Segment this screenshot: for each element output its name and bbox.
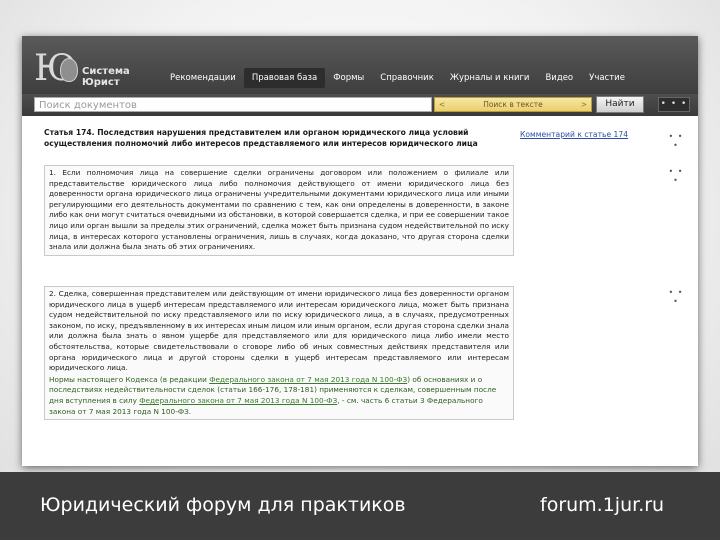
nav-item-reference[interactable]: Справочник (372, 68, 442, 88)
text-search-label[interactable]: Поиск в тексте (449, 100, 577, 109)
search-more-button[interactable]: • • • (658, 97, 690, 112)
logo-face-icon (60, 58, 78, 82)
app-header: Ю Система Юрист Рекомендации Правовая ба… (22, 36, 698, 94)
paragraph-2-text: 2. Сделка, совершенная представителем ил… (49, 289, 509, 373)
paragraph-1: 1. Если полномочия лица на совершение сд… (44, 165, 514, 256)
app-window: Ю Система Юрист Рекомендации Правовая ба… (22, 36, 698, 466)
paragraph-2: 2. Сделка, совершенная представителем ил… (44, 286, 514, 421)
logo-line-1: Система (82, 66, 130, 77)
article-comment-link[interactable]: Комментарий к статье 174 (520, 130, 628, 139)
nav-item-recommendations[interactable]: Рекомендации (162, 68, 244, 88)
nav-item-participation[interactable]: Участие (581, 68, 633, 88)
slide-footer: Юридический форум для практиков forum.1j… (0, 472, 720, 540)
nav-item-video[interactable]: Видео (537, 68, 581, 88)
search-next-arrow-icon[interactable]: > (577, 100, 591, 109)
paragraph-1-more-icon[interactable]: • • • (666, 167, 686, 185)
document-content: Статья 174. Последствия нарушения предст… (22, 116, 698, 466)
footer-forum-url[interactable]: forum.1jur.ru (540, 494, 664, 516)
revision-note-start: Нормы настоящего Кодекса (в редакции (49, 374, 210, 384)
nav-item-legal-base[interactable]: Правовая база (243, 68, 326, 88)
find-button[interactable]: Найти (596, 96, 644, 113)
logo[interactable]: Ю Система Юрист (34, 50, 149, 90)
search-bar: Поиск документов < Поиск в тексте > Найт… (22, 94, 698, 116)
paragraph-2-more-icon[interactable]: • • • (666, 288, 686, 306)
article-title: Статья 174. Последствия нарушения предст… (44, 128, 478, 148)
main-nav: Рекомендации Правовая база Формы Справоч… (162, 68, 633, 90)
article-header: Статья 174. Последствия нарушения предст… (44, 128, 514, 149)
logo-line-2: Юрист (82, 77, 120, 88)
revision-note: Нормы настоящего Кодекса (в редакции Фед… (49, 375, 509, 417)
logo-text: Система Юрист (82, 66, 130, 88)
revision-note-link-1[interactable]: Федерального закона от 7 мая 2013 года N… (209, 375, 407, 384)
nav-item-journals[interactable]: Журналы и книги (442, 68, 538, 88)
document-search-input[interactable]: Поиск документов (34, 97, 432, 112)
revision-note-link-2[interactable]: Федерального закона от 7 мая 2013 года N… (139, 396, 337, 405)
nav-item-forms[interactable]: Формы (325, 68, 372, 88)
text-search-navigator: < Поиск в тексте > (434, 97, 592, 112)
paragraph-1-text: 1. Если полномочия лица на совершение сд… (49, 168, 509, 252)
footer-forum-title: Юридический форум для практиков (40, 494, 406, 516)
article-more-icon[interactable]: • • • (666, 132, 686, 150)
search-prev-arrow-icon[interactable]: < (435, 100, 449, 109)
